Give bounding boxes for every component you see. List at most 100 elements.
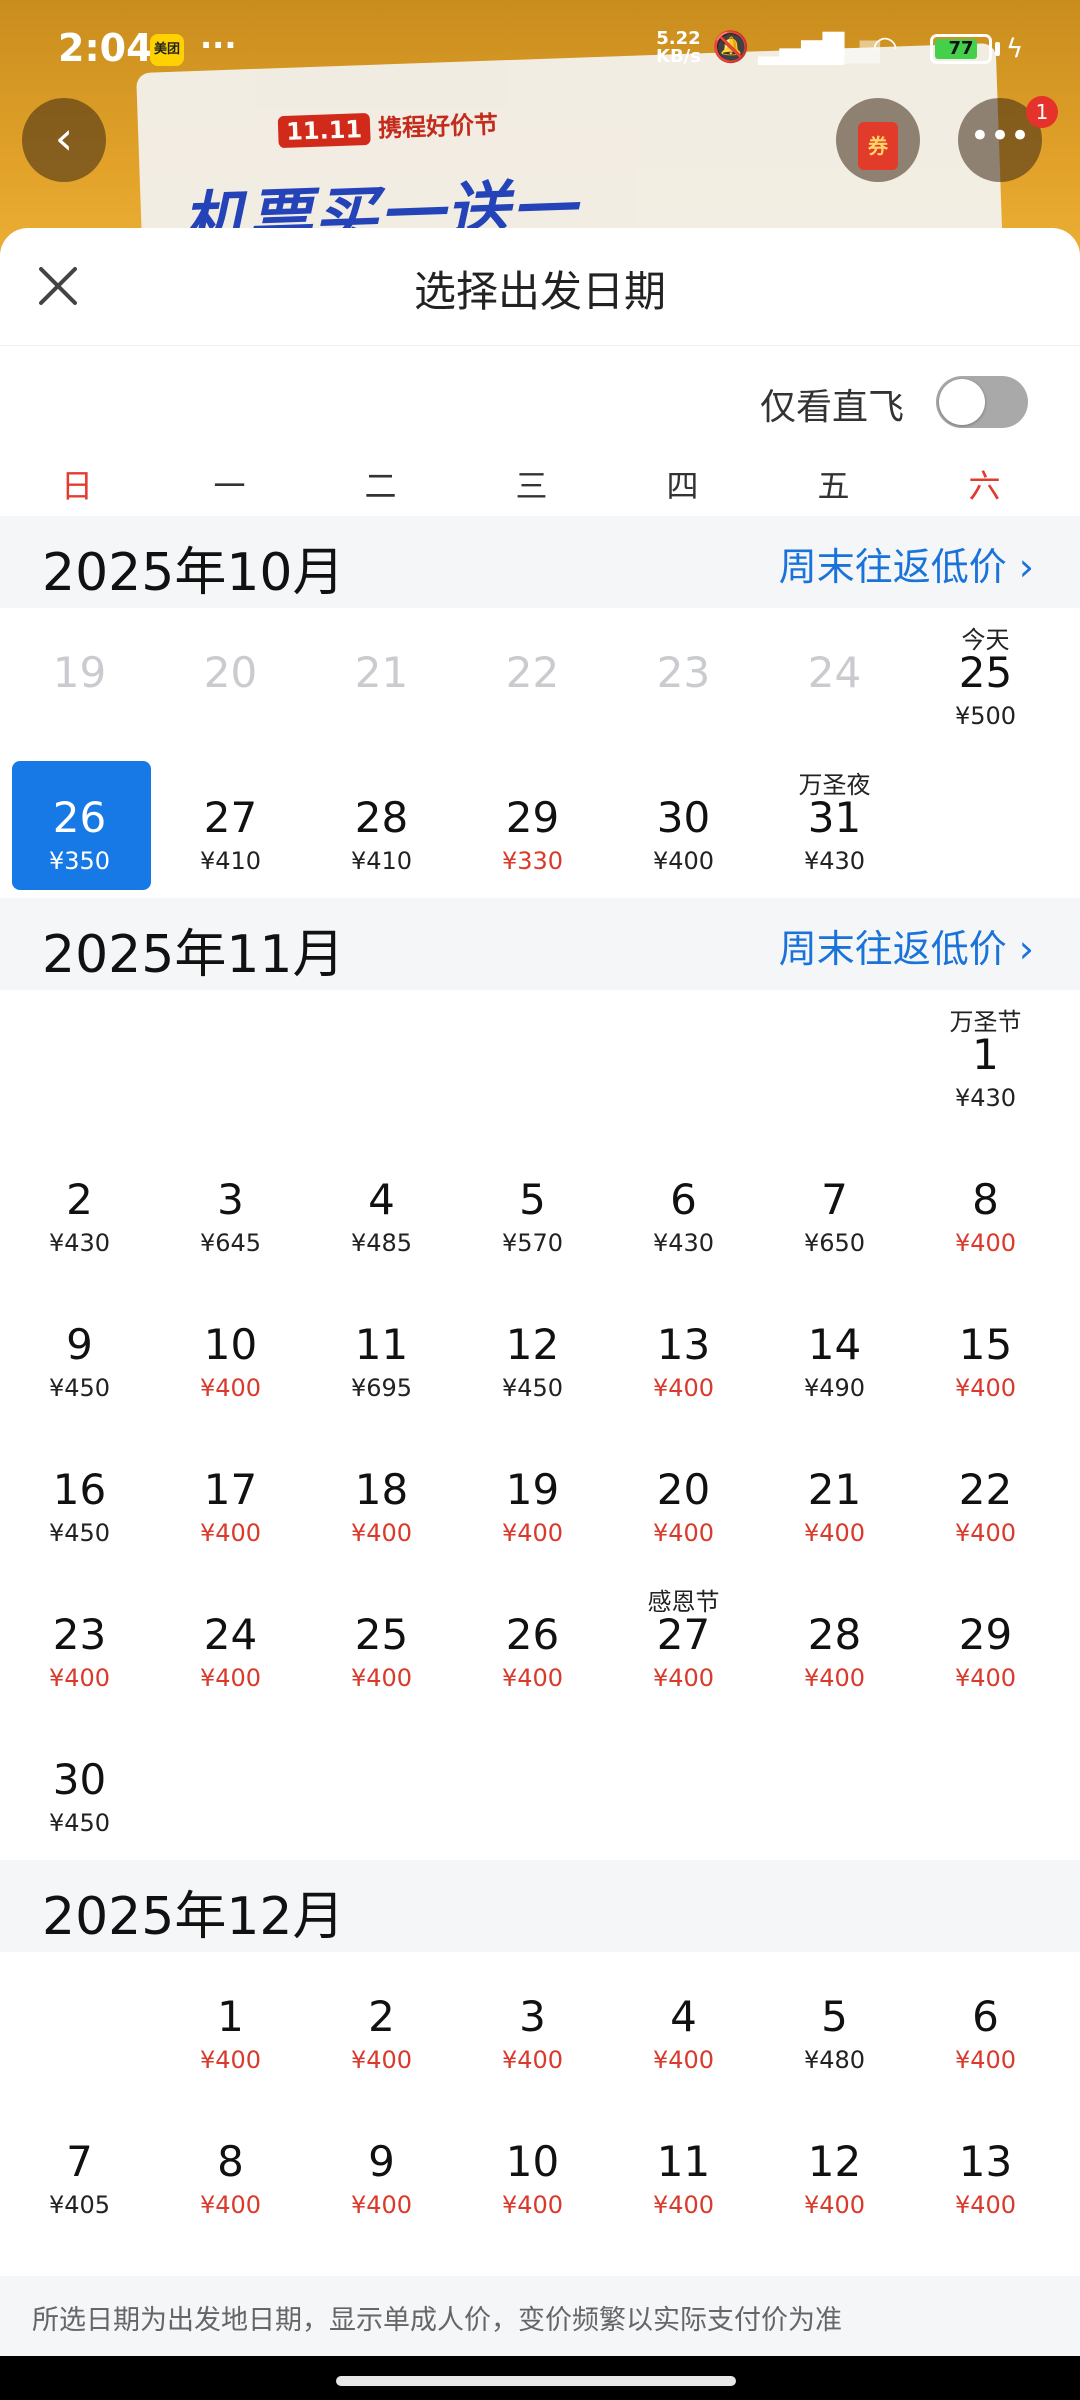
day-price: ¥400: [199, 1519, 262, 1547]
notification-badge: 1: [1026, 96, 1058, 128]
day-number: 27: [656, 1610, 711, 1659]
back-button[interactable]: ‹: [22, 98, 106, 182]
day-number: 24: [203, 1610, 258, 1659]
date-cell[interactable]: 感恩节 27 ¥400: [608, 1570, 759, 1715]
date-cell[interactable]: 9 ¥400: [306, 2097, 457, 2242]
date-cell[interactable]: 14 ¥490: [759, 1280, 910, 1425]
date-cell-selected[interactable]: 26 ¥350: [4, 753, 155, 898]
date-cell[interactable]: 7 ¥405: [4, 2097, 155, 2242]
chevron-left-icon: ‹: [54, 111, 74, 165]
date-cell[interactable]: 28 ¥400: [759, 1570, 910, 1715]
date-cell[interactable]: 4 ¥485: [306, 1135, 457, 1280]
date-cell[interactable]: 23 ¥400: [4, 1570, 155, 1715]
weekend-roundtrip-link[interactable]: 周末往返低价 ›: [779, 536, 1034, 591]
date-cell[interactable]: 25 ¥400: [306, 1570, 457, 1715]
battery-percent: 77: [948, 38, 974, 59]
date-cell[interactable]: 18 ¥400: [306, 1425, 457, 1570]
weekend-roundtrip-label: 周末往返低价: [778, 927, 1007, 971]
footer-note: 所选日期为出发地日期，显示单成人价，变价频繁以实际支付价为准: [0, 2276, 1080, 2356]
date-cell[interactable]: 10 ¥400: [155, 1280, 306, 1425]
date-cell: 23: [608, 608, 759, 753]
date-cell[interactable]: 22 ¥400: [910, 1425, 1061, 1570]
date-cell[interactable]: 11 ¥400: [608, 2097, 759, 2242]
day-price: ¥485: [350, 1229, 413, 1257]
date-cell[interactable]: 9 ¥450: [4, 1280, 155, 1425]
date-cell[interactable]: 万圣节 1 ¥430: [910, 990, 1061, 1135]
date-cell[interactable]: 6 ¥430: [608, 1135, 759, 1280]
day-price: ¥450: [48, 1374, 111, 1402]
date-cell[interactable]: 12 ¥450: [457, 1280, 608, 1425]
day-number: 29: [958, 1610, 1013, 1659]
date-cell[interactable]: 17 ¥400: [155, 1425, 306, 1570]
day-price: ¥330: [501, 847, 564, 875]
month-header: 2025年11月 周末往返低价 ›: [0, 898, 1080, 990]
date-cell[interactable]: 8 ¥400: [155, 2097, 306, 2242]
direct-only-toggle[interactable]: [936, 376, 1028, 428]
day-price: ¥350: [48, 847, 111, 875]
empty-cell: [759, 990, 910, 1135]
day-number: 10: [203, 1320, 258, 1369]
date-cell[interactable]: 6 ¥400: [910, 1952, 1061, 2097]
date-cell[interactable]: 30 ¥400: [608, 753, 759, 898]
more-dots-icon: •••: [969, 116, 1031, 156]
date-cell[interactable]: 11 ¥695: [306, 1280, 457, 1425]
day-price: ¥410: [350, 847, 413, 875]
promo-tag-text: 携程好价节: [377, 110, 499, 143]
date-cell[interactable]: 10 ¥400: [457, 2097, 608, 2242]
weekend-roundtrip-link[interactable]: 周末往返低价 ›: [779, 918, 1034, 973]
day-price: ¥500: [954, 702, 1017, 730]
day-price: ¥400: [652, 1519, 715, 1547]
direct-only-row: 仅看直飞: [0, 346, 1080, 456]
date-cell[interactable]: 29 ¥330: [457, 753, 608, 898]
day-price: ¥400: [199, 2191, 262, 2219]
date-cell[interactable]: 15 ¥400: [910, 1280, 1061, 1425]
date-cell: 21: [306, 608, 457, 753]
date-cell[interactable]: 4 ¥400: [608, 1952, 759, 2097]
date-cell[interactable]: 21 ¥400: [759, 1425, 910, 1570]
date-cell[interactable]: 20 ¥400: [608, 1425, 759, 1570]
day-price: ¥410: [199, 847, 262, 875]
weekday-label: 二: [364, 467, 397, 505]
date-cell[interactable]: 3 ¥645: [155, 1135, 306, 1280]
date-cell: 22: [457, 608, 608, 753]
day-number: 19: [52, 648, 107, 697]
date-cell[interactable]: 29 ¥400: [910, 1570, 1061, 1715]
meituan-app-icon: 美团: [150, 34, 184, 66]
date-cell[interactable]: 19 ¥400: [457, 1425, 608, 1570]
day-number: 17: [203, 1465, 258, 1514]
day-number: 1: [972, 1030, 999, 1079]
date-cell[interactable]: 26 ¥400: [457, 1570, 608, 1715]
date-cell: 24: [759, 608, 910, 753]
day-number: 29: [505, 793, 560, 842]
day-number: 23: [656, 648, 711, 697]
date-cell[interactable]: 27 ¥410: [155, 753, 306, 898]
day-price: ¥695: [350, 1374, 413, 1402]
date-cell[interactable]: 今天 25 ¥500: [910, 608, 1061, 753]
day-price: ¥400: [954, 1664, 1017, 1692]
date-cell[interactable]: 7 ¥650: [759, 1135, 910, 1280]
date-cell[interactable]: 13 ¥400: [608, 1280, 759, 1425]
date-cell[interactable]: 16 ¥450: [4, 1425, 155, 1570]
date-cell[interactable]: 30 ¥450: [4, 1715, 155, 1860]
date-cell[interactable]: 5 ¥480: [759, 1952, 910, 2097]
day-price: ¥450: [48, 1519, 111, 1547]
day-number: 11: [656, 2137, 711, 2186]
date-cell[interactable]: 5 ¥570: [457, 1135, 608, 1280]
day-number: 6: [972, 1992, 999, 2041]
date-cell[interactable]: 2 ¥430: [4, 1135, 155, 1280]
day-price: ¥650: [803, 1229, 866, 1257]
home-gesture-handle[interactable]: [336, 2376, 736, 2386]
day-number: 2: [368, 1992, 395, 2041]
date-cell[interactable]: 3 ¥400: [457, 1952, 608, 2097]
date-cell[interactable]: 12 ¥400: [759, 2097, 910, 2242]
day-price: ¥645: [199, 1229, 262, 1257]
date-cell[interactable]: 万圣夜 31 ¥430: [759, 753, 910, 898]
date-cell[interactable]: 28 ¥410: [306, 753, 457, 898]
date-cell[interactable]: 13 ¥400: [910, 2097, 1061, 2242]
date-picker-sheet: 选择出发日期 仅看直飞 日一二三四五六 2025年10月 周末往返低价 › 19 20 2…: [0, 228, 1080, 2356]
date-cell[interactable]: 2 ¥400: [306, 1952, 457, 2097]
date-cell[interactable]: 8 ¥400: [910, 1135, 1061, 1280]
date-cell[interactable]: 24 ¥400: [155, 1570, 306, 1715]
day-price: ¥400: [199, 1664, 262, 1692]
date-cell[interactable]: 1 ¥400: [155, 1952, 306, 2097]
